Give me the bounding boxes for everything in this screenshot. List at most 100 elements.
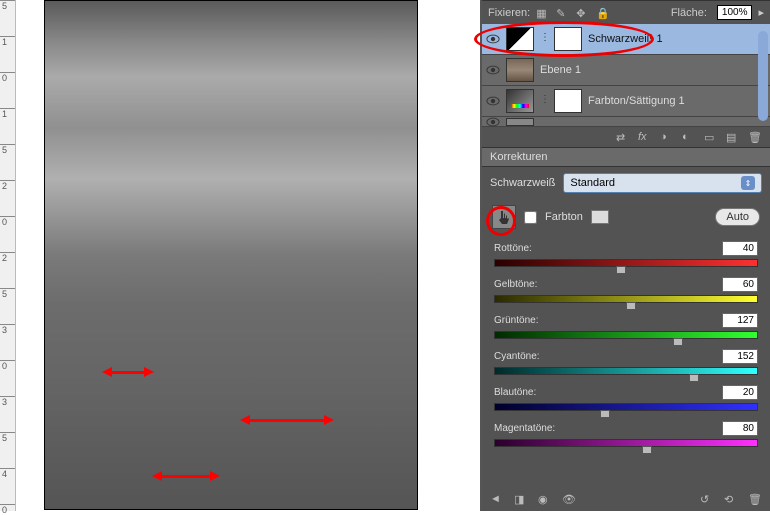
layer-thumbnail xyxy=(506,118,534,126)
slider-label: Cyantöne: xyxy=(494,351,540,362)
tint-swatch[interactable] xyxy=(591,210,609,224)
bw-preset-row: Schwarzweiß Standard ⇕ xyxy=(482,167,770,199)
slider-handle[interactable] xyxy=(616,266,626,274)
adjustments-tab[interactable]: Korrekturen xyxy=(482,148,770,167)
fx-icon[interactable]: fx xyxy=(638,131,652,143)
slider-group: Cyantöne: xyxy=(494,349,758,375)
layers-options-bar: Fixieren: ▦ ✎ ✥ 🔒 Fläche: 100% ▸ xyxy=(482,1,770,24)
visibility-toggle[interactable] xyxy=(486,64,500,76)
lock-transparent-icon[interactable]: ▦ xyxy=(536,7,550,19)
slider-handle[interactable] xyxy=(600,410,610,418)
hand-pointer-icon xyxy=(496,209,512,225)
slider-track[interactable] xyxy=(494,403,758,411)
slider-label: Rottöne: xyxy=(494,243,532,254)
preset-dropdown[interactable]: Standard ⇕ xyxy=(563,173,762,193)
workspace: 510152025303540 xyxy=(0,0,480,511)
link-icon[interactable]: ⋮ xyxy=(540,94,548,108)
panels-sidebar: Fixieren: ▦ ✎ ✥ 🔒 Fläche: 100% ▸ ⋮ Schwar… xyxy=(480,0,770,511)
annotation-arrow xyxy=(245,419,329,422)
new-layer-icon[interactable]: ▤ xyxy=(726,131,740,143)
visibility-toggle[interactable] xyxy=(486,95,500,107)
mask-thumbnail[interactable] xyxy=(554,89,582,113)
lock-image-icon[interactable]: ✎ xyxy=(556,7,570,19)
adjustments-panel: Korrekturen Schwarzweiß Standard ⇕ Farbt… xyxy=(482,147,770,511)
slider-group: Grüntöne: xyxy=(494,313,758,339)
slider-value-input[interactable] xyxy=(722,349,758,364)
layer-row[interactable]: Ebene 1 xyxy=(482,55,770,86)
layer-list: ⋮ Schwarzweiß 1 Ebene 1 ⋮ Farbton/Sättigung … xyxy=(482,24,770,127)
slider-track[interactable] xyxy=(494,439,758,447)
mask-thumbnail[interactable] xyxy=(554,27,582,51)
layer-name-label[interactable]: Farbton/Sättigung 1 xyxy=(588,95,685,107)
tint-label: Farbton xyxy=(545,211,583,223)
layer-row[interactable] xyxy=(482,117,770,127)
slider-handle[interactable] xyxy=(642,446,652,454)
expand-icon[interactable]: ◨ xyxy=(514,493,528,505)
slider-label: Magentatöne: xyxy=(494,423,555,434)
layer-row[interactable]: ⋮ Schwarzweiß 1 xyxy=(482,24,770,55)
slider-track[interactable] xyxy=(494,367,758,375)
mask-icon[interactable]: ◑ xyxy=(660,131,674,143)
fill-value-input[interactable]: 100% xyxy=(717,5,753,20)
slider-group: Magentatöne: xyxy=(494,421,758,447)
layers-scrollbar[interactable] xyxy=(758,31,768,121)
layers-footer: ⇄ fx ◑ ◐ ▭ ▤ 🗑 xyxy=(482,127,770,147)
layer-thumbnail[interactable] xyxy=(506,58,534,82)
delete-icon[interactable]: 🗑 xyxy=(748,493,762,505)
slider-track[interactable] xyxy=(494,295,758,303)
visibility-toggle[interactable] xyxy=(486,33,500,45)
slider-group: Blautöne: xyxy=(494,385,758,411)
dropdown-arrows-icon: ⇕ xyxy=(741,176,755,190)
lock-label: Fixieren: xyxy=(488,7,530,19)
tint-checkbox[interactable] xyxy=(524,211,537,224)
previous-icon[interactable]: ↺ xyxy=(700,493,714,505)
preset-value: Standard xyxy=(570,177,615,189)
slider-track[interactable] xyxy=(494,259,758,267)
slider-handle[interactable] xyxy=(689,374,699,382)
slider-track[interactable] xyxy=(494,331,758,339)
targeted-adjust-tool[interactable] xyxy=(492,205,516,229)
layer-name-label[interactable]: Schwarzweiß 1 xyxy=(588,33,663,45)
document-canvas[interactable] xyxy=(44,0,418,510)
layer-row[interactable]: ⋮ Farbton/Sättigung 1 xyxy=(482,86,770,117)
tab-label: Korrekturen xyxy=(490,151,547,163)
layer-thumbnail[interactable] xyxy=(506,89,534,113)
return-icon[interactable]: ◄ xyxy=(490,493,504,505)
slider-handle[interactable] xyxy=(626,302,636,310)
lock-position-icon[interactable]: ✥ xyxy=(576,7,590,19)
slider-label: Gelbtöne: xyxy=(494,279,537,290)
adjustments-footer: ◄ ◨ ◉ 👁 ↺ ⟲ 🗑 xyxy=(482,487,770,511)
clip-icon[interactable]: ◉ xyxy=(538,493,552,505)
layer-thumbnail[interactable] xyxy=(506,27,534,51)
group-icon[interactable]: ▭ xyxy=(704,131,718,143)
fill-label: Fläche: xyxy=(671,7,707,19)
slider-value-input[interactable] xyxy=(722,277,758,292)
fill-dropdown-icon[interactable]: ▸ xyxy=(758,6,764,19)
slider-value-input[interactable] xyxy=(722,241,758,256)
slider-label: Grüntöne: xyxy=(494,315,538,326)
layer-name-label[interactable]: Ebene 1 xyxy=(540,64,581,76)
layers-panel: Fixieren: ▦ ✎ ✥ 🔒 Fläche: 100% ▸ ⋮ Schwar… xyxy=(482,0,770,147)
visibility-icon[interactable]: 👁 xyxy=(562,493,576,505)
slider-group: Gelbtöne: xyxy=(494,277,758,303)
tint-row: Farbton Auto xyxy=(482,199,770,235)
lock-all-icon[interactable]: 🔒 xyxy=(596,7,610,19)
adjustment-icon[interactable]: ◐ xyxy=(682,131,696,143)
ruler-vertical: 510152025303540 xyxy=(0,0,16,511)
auto-button[interactable]: Auto xyxy=(715,208,760,226)
slider-label: Blautöne: xyxy=(494,387,536,398)
slider-group: Rottöne: xyxy=(494,241,758,267)
slider-handle[interactable] xyxy=(673,338,683,346)
sliders-container: Rottöne: Gelbtöne: Grüntöne: Cyantöne: Blaut… xyxy=(482,235,770,451)
reset-icon[interactable]: ⟲ xyxy=(724,493,738,505)
link-layers-icon[interactable]: ⇄ xyxy=(616,131,630,143)
slider-value-input[interactable] xyxy=(722,421,758,436)
annotation-arrow xyxy=(107,371,149,374)
annotation-arrow xyxy=(157,475,215,478)
visibility-toggle[interactable] xyxy=(486,116,500,128)
adjustment-title: Schwarzweiß xyxy=(490,177,555,189)
trash-icon[interactable]: 🗑 xyxy=(748,131,762,143)
link-icon[interactable]: ⋮ xyxy=(540,32,548,46)
slider-value-input[interactable] xyxy=(722,313,758,328)
slider-value-input[interactable] xyxy=(722,385,758,400)
